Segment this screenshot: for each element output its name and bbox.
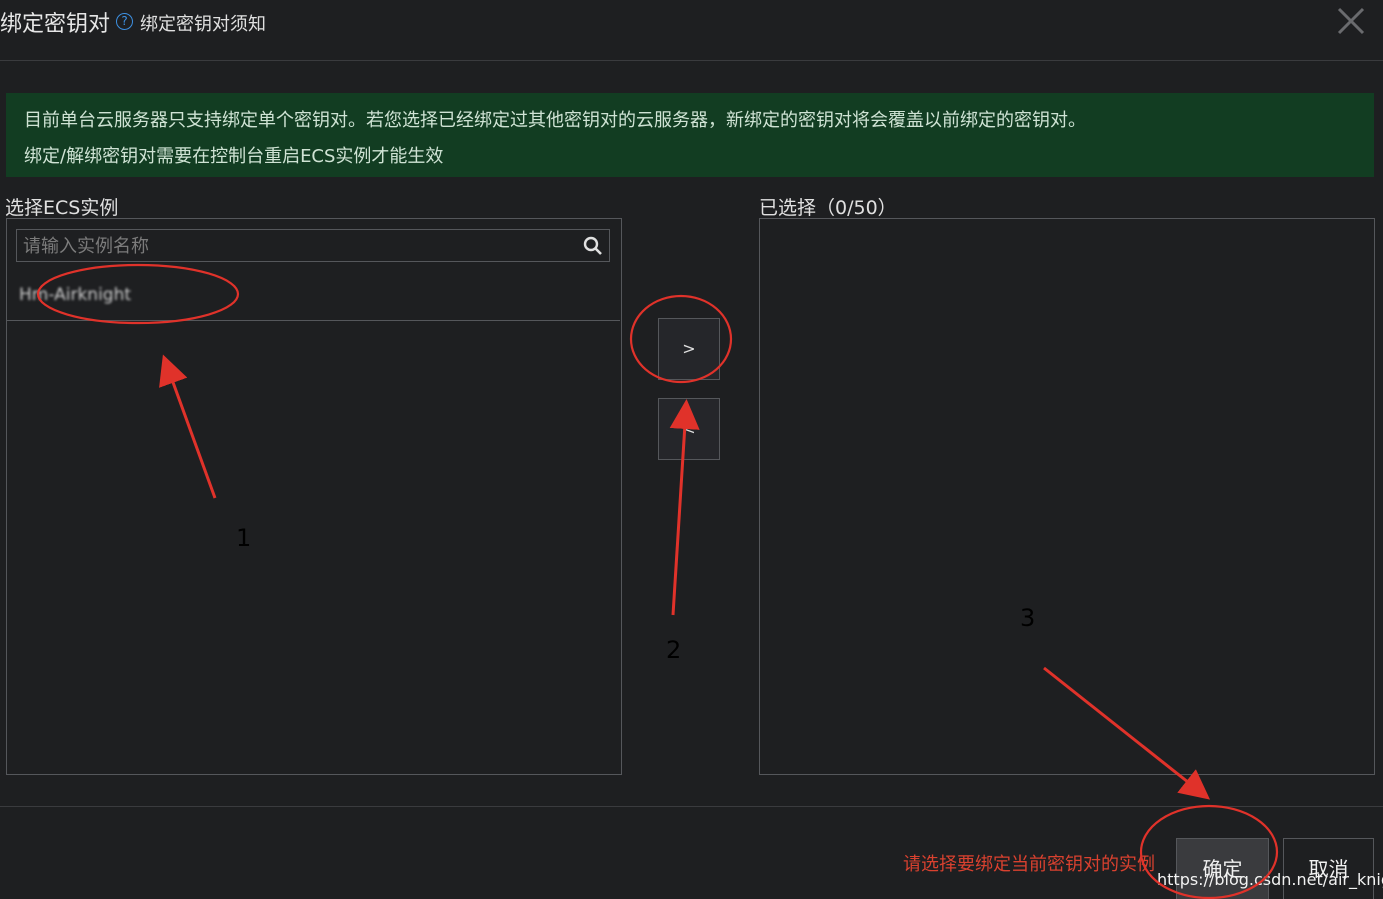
- footer-hint: 请选择要绑定当前密钥对的实例: [903, 854, 1155, 875]
- remove-from-selected-button[interactable]: <: [658, 398, 720, 460]
- close-button[interactable]: [1334, 4, 1368, 38]
- footer-divider: [0, 806, 1383, 807]
- add-to-selected-button[interactable]: >: [658, 318, 720, 380]
- left-panel-label: 选择ECS实例: [5, 197, 119, 219]
- watermark: https://blog.csdn.net/air_knight: [1157, 870, 1383, 889]
- dialog-title: 绑定密钥对: [0, 12, 111, 37]
- confirm-button[interactable]: 确定: [1176, 838, 1269, 899]
- notice-banner: 目前单台云服务器只支持绑定单个密钥对。若您选择已经绑定过其他密钥对的云服务器，新…: [6, 93, 1374, 177]
- help-link[interactable]: 绑定密钥对须知: [140, 10, 266, 36]
- list-item[interactable]: Hm-Airknight: [7, 263, 620, 321]
- cancel-button[interactable]: 取消: [1283, 838, 1374, 899]
- right-panel-label: 已选择（0/50）: [759, 197, 897, 219]
- search-icon[interactable]: [583, 236, 603, 256]
- bind-keypair-dialog: 绑定密钥对 ? 绑定密钥对须知 目前单台云服务器只支持绑定单个密钥对。若您选择已…: [0, 0, 1383, 899]
- instance-name: Hm-Airknight: [19, 285, 132, 305]
- close-icon: [1337, 7, 1365, 35]
- selected-list-panel: [759, 218, 1375, 775]
- search-box: [16, 229, 610, 262]
- question-circle-icon[interactable]: ?: [116, 13, 133, 30]
- notice-line-2: 绑定/解绑密钥对需要在控制台重启ECS实例才能生效: [24, 146, 444, 167]
- header-divider: [0, 60, 1383, 61]
- search-input[interactable]: [21, 233, 575, 260]
- annotation-number-2: 2: [666, 636, 681, 664]
- notice-line-1: 目前单台云服务器只支持绑定单个密钥对。若您选择已经绑定过其他密钥对的云服务器，新…: [24, 110, 1086, 131]
